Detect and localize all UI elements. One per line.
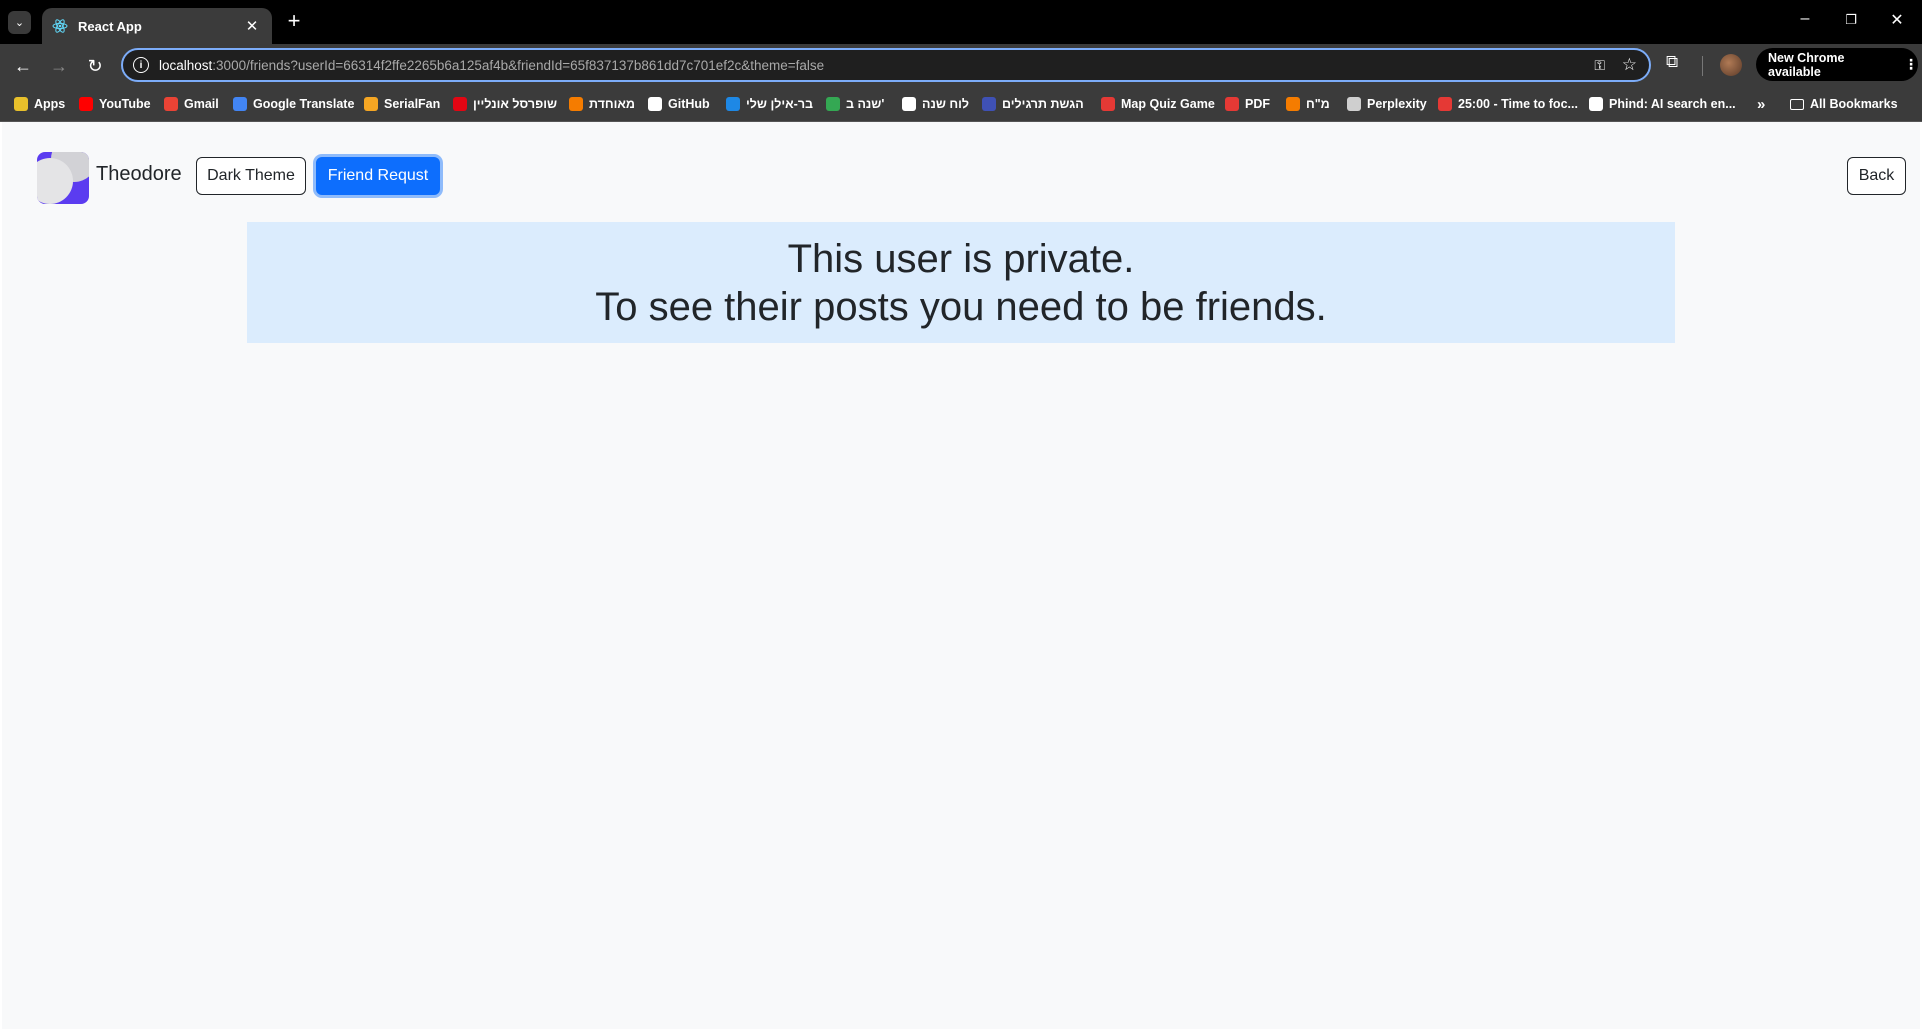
bookmark-label: בר-אילן שלי: [746, 97, 814, 111]
upload-icon: [982, 97, 996, 111]
browser-titlebar: ⌄ React App ✕ + – ❐ ✕: [0, 0, 1922, 44]
bookmark-label: לוח שנה: [922, 97, 970, 111]
browser-tab[interactable]: React App ✕: [42, 8, 272, 44]
bookmark-item[interactable]: בר-אילן שלי: [726, 95, 813, 113]
page-body: Theodore Dark Theme Friend Requst Back T…: [2, 122, 1920, 1029]
translate-icon: [233, 97, 247, 111]
github-icon: [648, 97, 662, 111]
bookmark-label: Map Quiz Game: [1121, 97, 1215, 111]
tab-title: React App: [78, 18, 142, 34]
bookmark-label: Phind: AI search en...: [1609, 97, 1736, 111]
drive-icon: [826, 97, 840, 111]
folder-icon: [1790, 98, 1804, 110]
reload-icon[interactable]: ↻: [83, 54, 107, 78]
bookmark-item[interactable]: GitHub: [648, 95, 710, 113]
phind-icon: [1589, 97, 1603, 111]
back-button[interactable]: Back: [1847, 157, 1906, 195]
bookmark-label: SerialFan: [384, 97, 441, 111]
more-bookmarks-icon[interactable]: »: [1757, 95, 1765, 113]
meuhedet-icon: [569, 97, 583, 111]
pomodoro-icon: [1438, 97, 1452, 111]
alert-line-1: This user is private.: [787, 236, 1135, 281]
tab-search-button[interactable]: ⌄: [8, 11, 31, 34]
more-menu-icon[interactable]: ⋮: [1904, 56, 1918, 73]
bookmark-label: GitHub: [668, 97, 710, 111]
bookmark-item[interactable]: Google Translate: [233, 95, 354, 113]
bookmark-label: YouTube: [99, 97, 151, 111]
forward-arrow-icon[interactable]: →: [47, 54, 71, 78]
bookmark-label: Google Translate: [253, 97, 355, 111]
site-info-icon[interactable]: i: [133, 57, 149, 73]
url-host: localhost: [159, 57, 213, 73]
bookmark-item[interactable]: 25:00 - Time to foc...: [1438, 95, 1578, 113]
new-chrome-label: New Chrome available: [1768, 50, 1845, 79]
bookmark-star-icon[interactable]: ☆: [1622, 55, 1637, 75]
url-path: :3000/friends?userId=66314f2ffe2265b6a12…: [212, 57, 825, 73]
bookmark-item[interactable]: YouTube: [79, 95, 151, 113]
bookmark-item[interactable]: שופרסל אונליין: [453, 95, 557, 113]
calendar-icon: [902, 97, 916, 111]
bookmark-item[interactable]: Phind: AI search en...: [1589, 95, 1736, 113]
app-logo: [37, 152, 89, 204]
bookmark-item[interactable]: מאוחדת: [569, 95, 635, 113]
all-bookmarks-button[interactable]: All Bookmarks: [1790, 95, 1898, 113]
private-user-alert: This user is private. To see their posts…: [247, 222, 1675, 343]
shufersal-icon: [453, 97, 467, 111]
toolbar-divider: [1702, 56, 1703, 76]
bookmarks-bar: All Bookmarks » Apps YouTube Gmail Google T…: [0, 86, 1922, 122]
bookmark-item[interactable]: SerialFan: [364, 95, 440, 113]
bookmark-item[interactable]: PDF: [1225, 95, 1270, 113]
bookmark-item[interactable]: Gmail: [164, 95, 219, 113]
serialfan-icon: [364, 97, 378, 111]
bookmark-label: Gmail: [184, 97, 219, 111]
bookmark-label: מ"ח: [1306, 97, 1330, 111]
new-chrome-available-button[interactable]: New Chrome available ⋮: [1756, 48, 1918, 81]
bookmark-label: שנה ב': [846, 97, 885, 111]
bookmark-item[interactable]: Perplexity: [1347, 95, 1427, 113]
tab-close-icon[interactable]: ✕: [242, 17, 262, 35]
bookmark-item[interactable]: הגשת תרגילים: [982, 95, 1084, 113]
react-icon: [52, 19, 68, 33]
youtube-icon: [79, 97, 93, 111]
bookmark-label: שופרסל אונליין: [473, 97, 558, 111]
browser-toolbar: ← → ↻ i localhost:3000/friends?userId=66…: [0, 44, 1922, 86]
minimize-icon[interactable]: –: [1792, 10, 1818, 28]
password-key-icon[interactable]: ⚿: [1594, 57, 1605, 74]
bookmark-item[interactable]: Map Quiz Game: [1101, 95, 1215, 113]
perplexity-icon: [1347, 97, 1361, 111]
bookmark-label: הגשת תרגילים: [1002, 97, 1084, 111]
all-bookmarks-label: All Bookmarks: [1810, 97, 1898, 111]
username: Theodore: [96, 163, 182, 185]
friend-request-button[interactable]: Friend Requst: [316, 157, 440, 195]
mh-icon: [1286, 97, 1300, 111]
bookmark-label: PDF: [1245, 97, 1270, 111]
restore-icon[interactable]: ❐: [1838, 12, 1864, 28]
biu-icon: [726, 97, 740, 111]
bookmark-item[interactable]: לוח שנה: [902, 95, 969, 113]
profile-avatar[interactable]: [1720, 54, 1742, 76]
pdf-heart-icon: [1225, 97, 1239, 111]
bookmark-item[interactable]: מ"ח: [1286, 95, 1330, 113]
alert-line-2: To see their posts you need to be friend…: [595, 284, 1327, 329]
bookmark-label: Apps: [34, 97, 66, 111]
window-close-icon[interactable]: ✕: [1884, 10, 1910, 30]
new-tab-icon[interactable]: +: [283, 10, 305, 32]
extensions-icon[interactable]: ⧉: [1666, 52, 1678, 72]
gmail-icon: [164, 97, 178, 111]
bookmark-item[interactable]: Apps: [14, 95, 65, 113]
address-bar[interactable]: i localhost:3000/friends?userId=66314f2f…: [121, 48, 1651, 82]
map-pin-icon: [1101, 97, 1115, 111]
apps-grid-icon: [14, 97, 28, 111]
back-arrow-icon[interactable]: ←: [11, 54, 35, 78]
bookmark-label: Perplexity: [1367, 97, 1427, 111]
bookmark-item[interactable]: שנה ב': [826, 95, 884, 113]
dark-theme-button[interactable]: Dark Theme: [196, 157, 306, 195]
bookmark-label: 25:00 - Time to foc...: [1458, 97, 1578, 111]
bookmark-label: מאוחדת: [589, 97, 636, 111]
